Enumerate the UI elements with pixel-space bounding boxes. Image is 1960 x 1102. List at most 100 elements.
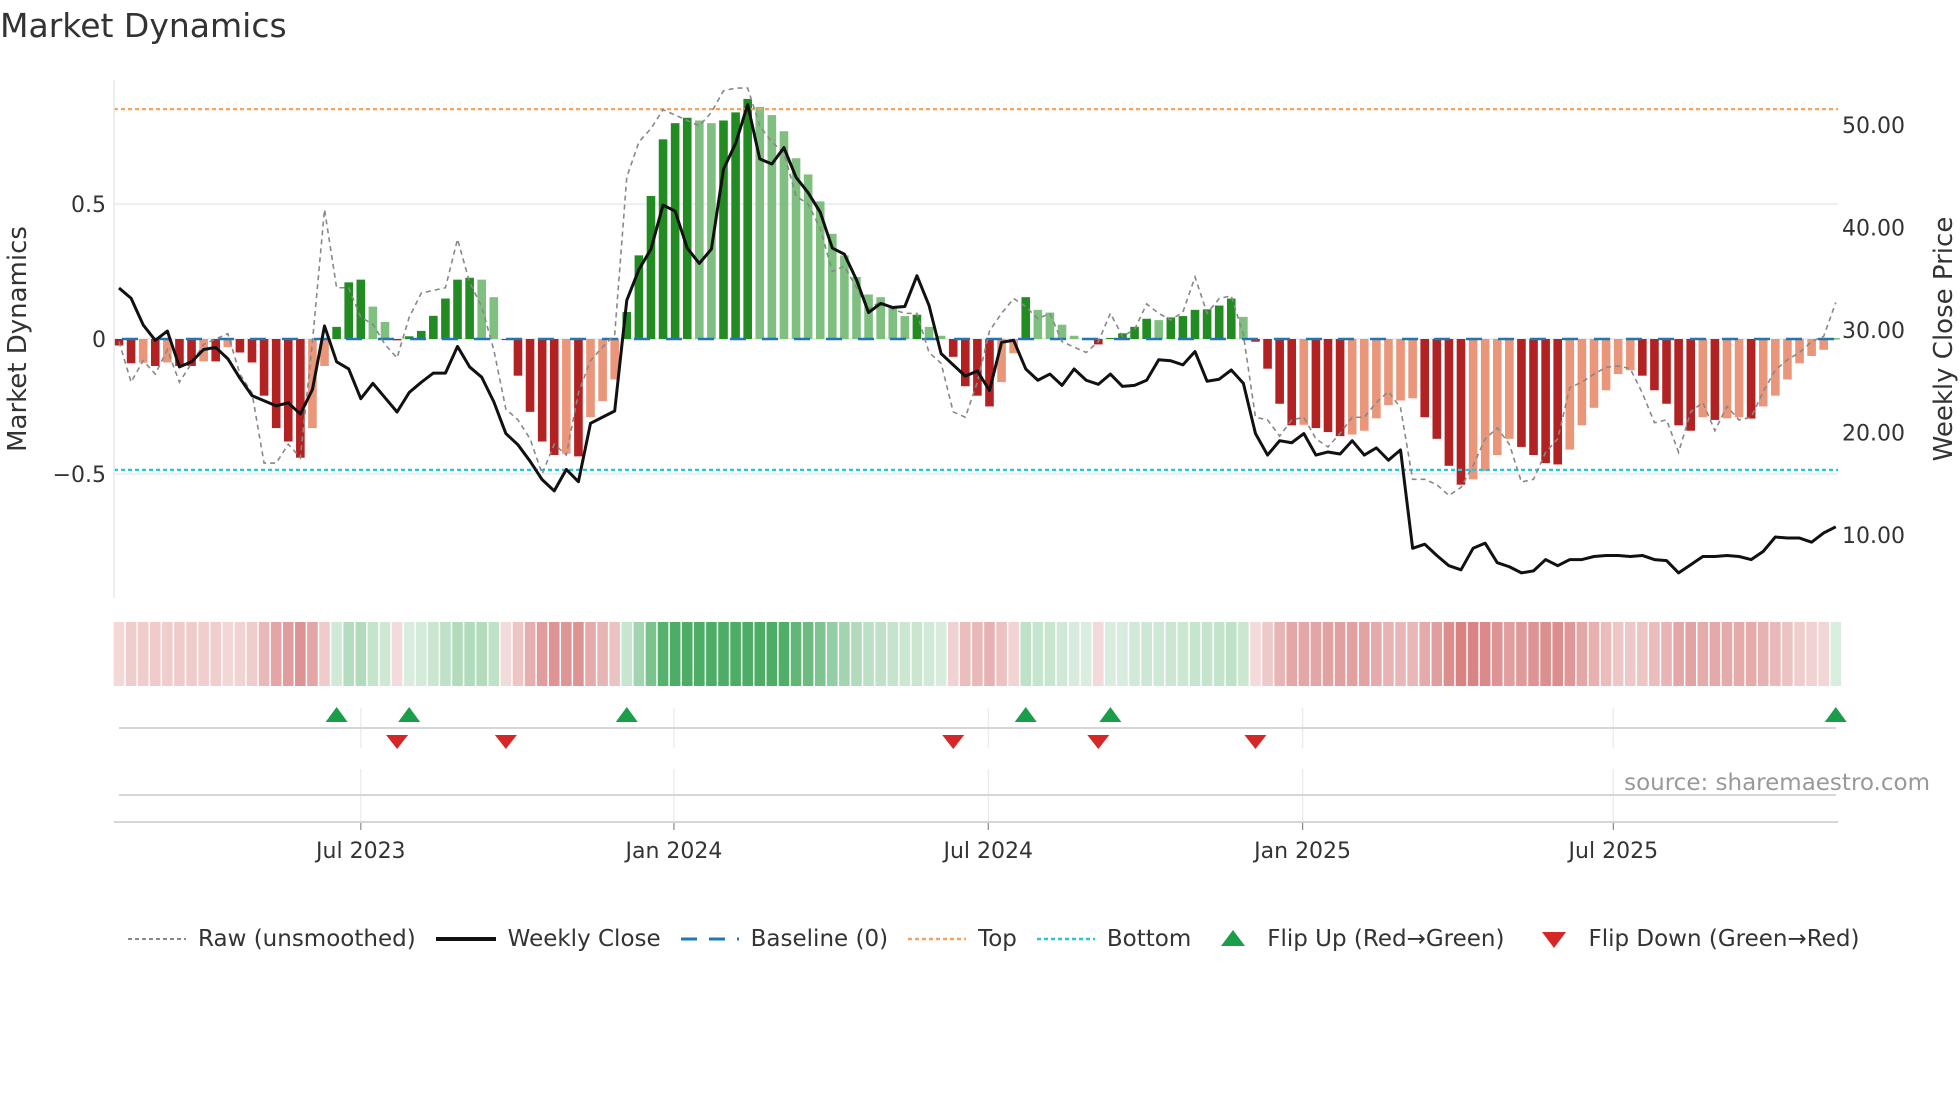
regime-cell	[887, 622, 899, 686]
flip-up-marker	[1099, 707, 1122, 722]
regime-cell	[1092, 622, 1104, 686]
dynamics-bar	[1444, 339, 1454, 466]
regime-cell	[500, 622, 512, 686]
dynamics-bar	[1323, 339, 1333, 433]
legend-item-raw[interactable]: Raw (unsmoothed)	[128, 926, 416, 952]
regime-cell	[730, 622, 741, 686]
flip-down-marker	[942, 735, 965, 749]
dynamics-bar	[1057, 324, 1067, 339]
dynamics-bar	[489, 297, 499, 339]
dynamics-bar	[1190, 309, 1200, 339]
regime-cell	[1637, 622, 1648, 686]
dynamics-bar	[1432, 339, 1442, 439]
legend-label: Flip Up (Red→Green)	[1267, 926, 1505, 952]
legend-item-bottom[interactable]: Bottom	[1036, 926, 1191, 952]
flip-up-marker	[398, 707, 421, 722]
dynamics-bar	[1601, 339, 1611, 391]
legend-label: Baseline (0)	[750, 926, 889, 952]
regime-cell	[1346, 622, 1358, 686]
dynamics-bar	[453, 279, 462, 339]
regime-cell	[1697, 622, 1709, 686]
regime-cell	[911, 622, 923, 686]
regime-cell	[331, 622, 342, 686]
regime-cell	[1576, 622, 1588, 686]
dynamics-bar	[1069, 335, 1079, 339]
regime-cell	[1721, 622, 1733, 686]
regime-cell	[403, 622, 415, 686]
regime-strip	[113, 622, 1842, 686]
regime-cell	[1298, 622, 1310, 686]
dynamics-bar	[126, 339, 136, 364]
regime-cell	[1213, 622, 1225, 686]
regime-cell	[766, 622, 778, 686]
y-tick-label: 0.5	[71, 193, 106, 218]
regime-cell	[282, 622, 294, 686]
dynamics-bar	[1686, 339, 1695, 431]
regime-cell	[790, 622, 802, 686]
regime-cell	[597, 622, 608, 686]
regime-cell	[295, 622, 306, 686]
regime-cell	[452, 622, 463, 686]
regime-cell	[1504, 622, 1515, 686]
legend: Raw (unsmoothed) Weekly Close Baseline (…	[128, 926, 1879, 952]
dynamics-bar	[1541, 339, 1550, 464]
regime-cell	[1516, 622, 1527, 686]
y2-tick-label: 10.00	[1842, 524, 1905, 549]
regime-cell	[1600, 622, 1612, 686]
regime-cell	[1032, 622, 1044, 686]
legend-label: Weekly Close	[507, 926, 661, 952]
regime-cell	[1334, 622, 1346, 686]
dynamics-bar	[1819, 339, 1828, 350]
regime-cell	[512, 622, 524, 686]
regime-cell	[428, 622, 439, 686]
regime-cell	[1262, 622, 1273, 686]
dynamics-bar	[138, 339, 148, 363]
triangle-up-icon	[1221, 930, 1246, 946]
regime-cell	[1020, 622, 1032, 686]
dynamics-bar	[525, 339, 535, 412]
flip-up-marker	[325, 707, 348, 722]
dynamics-bar	[1299, 339, 1309, 425]
regime-cell	[972, 622, 983, 686]
dynamics-bar	[646, 196, 656, 339]
dynamics-bar	[1178, 316, 1188, 339]
regime-cell	[1395, 622, 1406, 686]
legend-item-flip-up[interactable]: Flip Up (Red→Green)	[1219, 926, 1504, 952]
regime-cell	[1238, 622, 1249, 686]
regime-cell	[1165, 622, 1177, 686]
regime-cell	[561, 622, 572, 686]
legend-item-baseline[interactable]: Baseline (0)	[680, 926, 889, 952]
legend-item-top[interactable]: Top	[908, 926, 1017, 952]
regime-cell	[137, 622, 149, 686]
regime-cell	[270, 622, 282, 686]
regime-cell	[1612, 622, 1624, 686]
regime-cell	[258, 622, 270, 686]
dynamics-bar	[1226, 298, 1236, 339]
regime-cell	[1649, 622, 1660, 686]
regime-cell	[984, 622, 995, 686]
dynamics-bar	[1408, 339, 1417, 399]
regime-cell	[633, 622, 645, 686]
regime-cell	[1455, 622, 1467, 686]
legend-item-flip-down[interactable]: Flip Down (Green→Red)	[1540, 926, 1859, 952]
dynamics-bar	[1420, 339, 1430, 418]
regime-cell	[1322, 622, 1334, 686]
axes: 0.5 0 −0.5 50.00 40.00 30.00 20.00 10.00 Jul 202…	[53, 80, 1905, 864]
regime-cell	[125, 622, 137, 686]
regime-cell	[355, 622, 367, 686]
regime-cell	[524, 622, 536, 686]
regime-cell	[186, 622, 197, 686]
regime-cell	[1624, 622, 1636, 686]
regime-cell	[802, 622, 814, 686]
regime-cell	[1552, 622, 1564, 686]
regime-cell	[367, 622, 379, 686]
legend-item-close[interactable]: Weekly Close	[435, 926, 661, 952]
dynamics-bar	[1795, 339, 1804, 364]
regime-cell	[1685, 622, 1696, 686]
regime-cell	[657, 622, 669, 686]
regime-cell	[307, 622, 318, 686]
regime-cell	[1225, 622, 1237, 686]
dynamics-bar	[900, 316, 910, 339]
flip-up-marker	[1824, 707, 1847, 722]
regime-cell	[246, 622, 258, 686]
